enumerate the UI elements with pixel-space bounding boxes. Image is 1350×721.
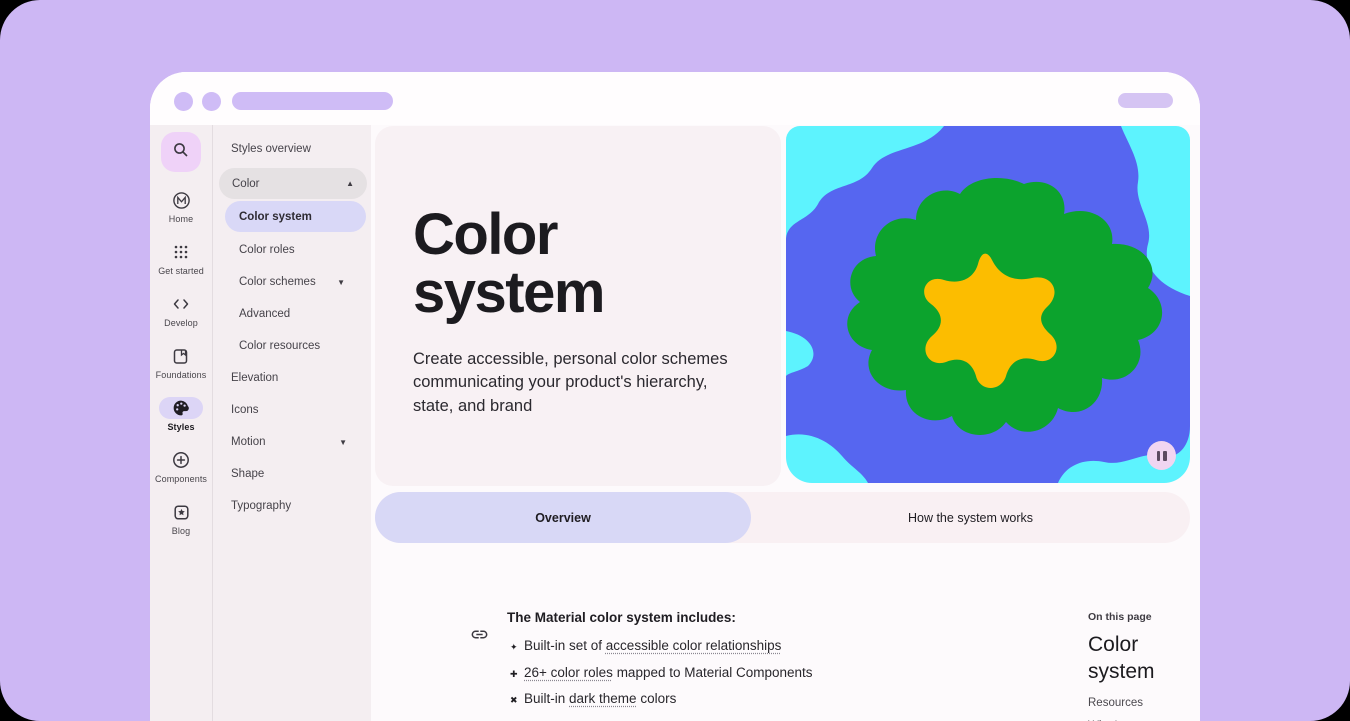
hero-card: Color system Create accessible, personal… [375,126,781,486]
rail-item-label: Foundations [156,370,207,380]
sidebar-item-shape[interactable]: Shape [213,458,371,490]
feature-list: ✦ Built-in set of accessible color relat… [510,638,950,718]
link-anchor-icon[interactable] [470,625,489,649]
sidebar-item-label: Styles overview [231,143,311,155]
code-brackets-icon [159,293,203,315]
book-icon [159,345,203,367]
palette-icon [159,397,203,419]
pause-button[interactable] [1147,441,1176,470]
list-item: ✦ Built-in set of accessible color relat… [510,638,950,665]
nav-rail: Home Get started [150,125,213,721]
list-item-text: Built-in dark theme colors [524,691,676,706]
list-item: ✚ 26+ color roles mapped to Material Com… [510,665,950,692]
list-item: ✖ Built-in dark theme colors [510,691,950,718]
browser-topbar [150,72,1200,125]
sidebar-item-label: Shape [231,468,264,480]
tab-label: Overview [535,511,591,525]
sidebar-item-color-system[interactable]: Color system [225,201,366,232]
chevron-down-icon: ▼ [339,438,347,447]
tab-label: How the system works [908,511,1033,525]
list-item-text: Built-in set of accessible color relatio… [524,638,781,653]
chevron-up-icon: ▲ [346,179,354,188]
chevron-down-icon: ▼ [337,278,345,287]
tab-how-the-system-works[interactable]: How the system works [751,492,1190,543]
plus-bullet-icon: ✚ [510,669,524,680]
styles-sidebar: Styles overview Color ▲ Color system Col… [213,125,371,721]
rail-item-develop[interactable]: Develop [159,293,203,328]
search-icon [172,141,190,164]
star-box-icon [159,501,203,523]
sidebar-item-color-resources[interactable]: Color resources [213,330,371,362]
sidebar-item-label: Color system [239,211,312,223]
sidebar-item-label: Color [232,178,259,190]
rail-item-foundations[interactable]: Foundations [156,345,207,380]
pause-icon [1163,451,1167,461]
rail-item-get-started[interactable]: Get started [158,241,204,276]
rail-item-styles[interactable]: Styles [159,397,203,432]
sidebar-item-color-roles[interactable]: Color roles [213,234,371,266]
search-button[interactable] [161,132,201,172]
sidebar-item-label: Color resources [239,340,320,352]
cross-bullet-icon: ✖ [510,695,524,706]
link-dark-theme[interactable]: dark theme [569,691,637,706]
on-this-page-item-resources[interactable]: Resources [1088,697,1193,709]
rail-item-label: Home [169,214,193,224]
tab-bar: Overview How the system works [375,492,1190,543]
sidebar-item-advanced[interactable]: Advanced [213,298,371,330]
rail-item-label: Styles [167,422,194,432]
sidebar-item-elevation[interactable]: Elevation [213,362,371,394]
page-title: Color system [413,206,663,322]
sidebar-item-label: Color roles [239,244,295,256]
rail-item-label: Blog [172,526,190,536]
link-accessible-color-relationships[interactable]: accessible color relationships [606,638,782,653]
browser-window: Home Get started [150,72,1200,721]
material-logo-icon [159,189,203,211]
link-color-roles[interactable]: 26+ color roles [524,665,613,680]
sidebar-item-motion[interactable]: Motion ▼ [213,426,371,458]
add-circle-icon [159,449,203,471]
pause-icon [1157,451,1161,461]
topbar-right-pill [1118,93,1173,108]
window-dot [174,92,193,111]
sidebar-item-label: Color schemes [239,276,316,288]
star-bullet-icon: ✦ [510,642,524,653]
tab-overview[interactable]: Overview [375,492,751,543]
sidebar-item-label: Motion [231,436,266,448]
sidebar-item-typography[interactable]: Typography [213,490,371,522]
overview-section: The Material color system includes: ✦ Bu… [470,610,950,718]
sidebar-item-label: Icons [231,404,259,416]
on-this-page-title: Color system [1088,632,1158,686]
sidebar-item-label: Elevation [231,372,278,384]
sidebar-item-icons[interactable]: Icons [213,394,371,426]
on-this-page-label: On this page [1088,611,1193,623]
address-bar-pill [232,92,393,110]
purple-backdrop: Home Get started [0,0,1350,721]
grid-dots-icon [159,241,203,263]
sidebar-item-styles-overview[interactable]: Styles overview [213,133,371,165]
sidebar-item-label: Advanced [239,308,290,320]
list-item-text: 26+ color roles mapped to Material Compo… [524,665,813,680]
rail-item-blog[interactable]: Blog [159,501,203,536]
rail-item-label: Get started [158,266,204,276]
sidebar-item-color[interactable]: Color ▲ [219,168,367,199]
rail-item-components[interactable]: Components [155,449,207,484]
main-content: Color system Create accessible, personal… [371,125,1200,721]
color-blob-illustration [786,126,1190,483]
on-this-page-nav: On this page Color system Resources What… [1088,611,1193,721]
page-description: Create accessible, personal color scheme… [413,348,749,418]
rail-item-label: Components [155,474,207,484]
sidebar-item-color-schemes[interactable]: Color schemes ▼ [213,266,371,298]
rail-item-label: Develop [164,318,198,328]
window-dot [202,92,221,111]
sidebar-item-label: Typography [231,500,291,512]
rail-item-home[interactable]: Home [159,189,203,224]
section-heading: The Material color system includes: [507,610,950,625]
